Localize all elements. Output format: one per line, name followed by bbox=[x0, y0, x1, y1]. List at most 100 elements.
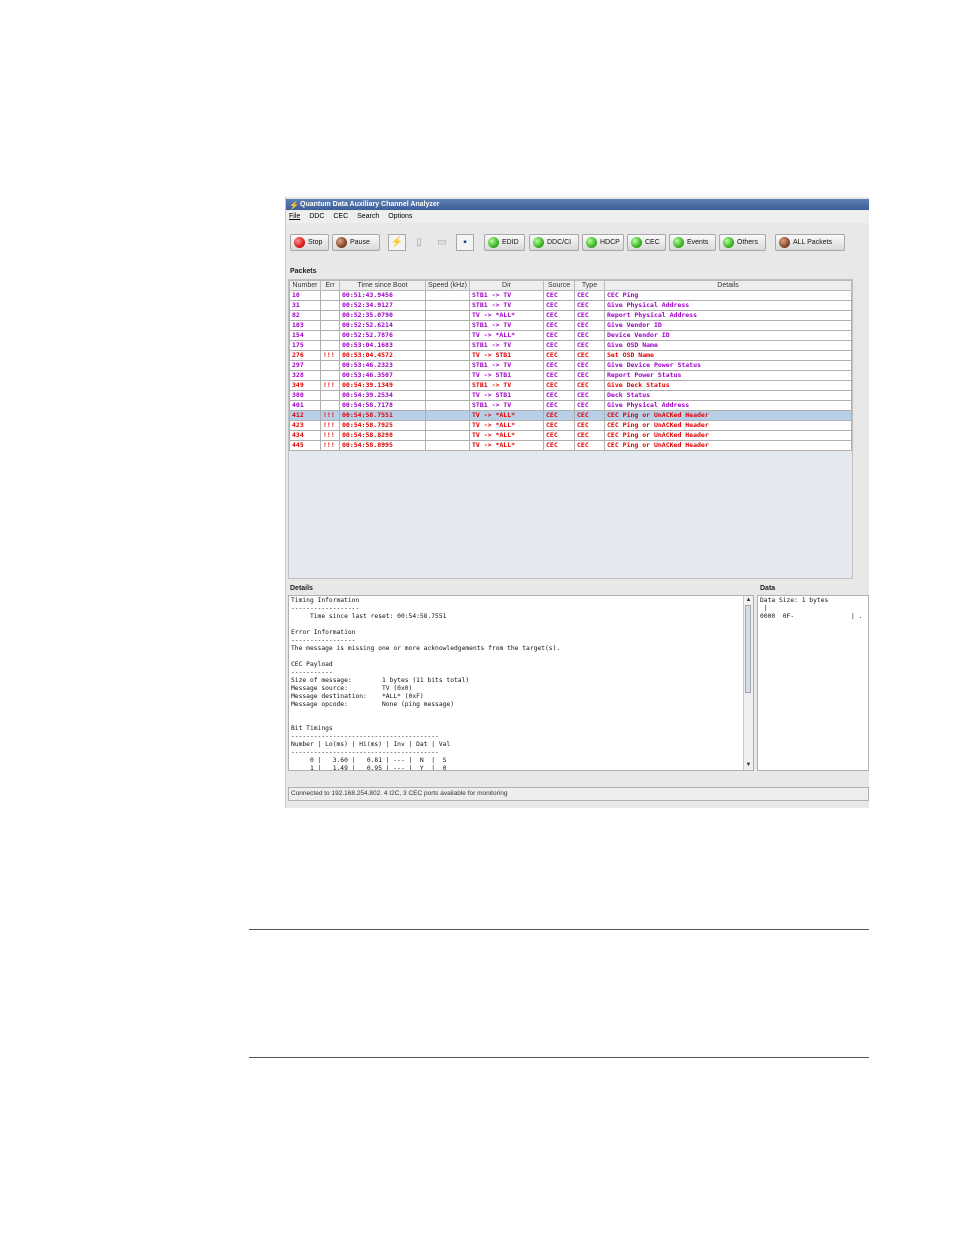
lightning-icon[interactable]: ⚡ bbox=[388, 234, 406, 251]
open-folder-icon[interactable]: ▭ bbox=[433, 234, 451, 251]
cell-type: CEC bbox=[574, 380, 605, 391]
cell-details: Device Vendor ID bbox=[604, 330, 852, 341]
cell-number: 82 bbox=[289, 310, 321, 321]
cell-time: 00:54:58.8298 bbox=[339, 430, 426, 441]
col-details[interactable]: Details bbox=[604, 280, 852, 291]
menu-ddc[interactable]: DDC bbox=[309, 213, 324, 220]
cell-speed bbox=[425, 310, 470, 321]
cell-details: CEC Ping or UnACKed Header bbox=[604, 430, 852, 441]
cell-err bbox=[320, 340, 340, 351]
cell-dir: STB1 -> TV bbox=[469, 360, 544, 371]
events-button[interactable]: Events bbox=[669, 234, 716, 251]
menu-cec[interactable]: CEC bbox=[333, 213, 348, 220]
col-err[interactable]: Err bbox=[320, 280, 340, 291]
table-row[interactable]: 175 00:53:04.1683 STB1 -> TV CEC CEC Give OSD… bbox=[289, 340, 852, 351]
scroll-thumb[interactable] bbox=[745, 605, 751, 693]
cell-err: !!! bbox=[320, 350, 340, 361]
ddcci-button[interactable]: DDC/CI bbox=[529, 234, 579, 251]
table-row[interactable]: 423!!! 00:54:58.7925 TV -> *ALL* CEC CEC CEC … bbox=[289, 420, 852, 431]
new-file-icon[interactable]: ▯ bbox=[410, 234, 428, 251]
cec-button[interactable]: CEC bbox=[627, 234, 666, 251]
cell-type: CEC bbox=[574, 330, 605, 341]
cell-type: CEC bbox=[574, 360, 605, 371]
cell-err bbox=[320, 310, 340, 321]
title-bar: ⚡ Quantum Data Auxiliary Channel Analyze… bbox=[286, 199, 869, 210]
cell-type: CEC bbox=[574, 390, 605, 401]
table-row[interactable]: 276!!! 00:53:04.4572 TV -> STB1 CEC CEC Set O… bbox=[289, 350, 852, 361]
hdcp-button[interactable]: HDCP bbox=[582, 234, 624, 251]
pause-label: Pause bbox=[350, 239, 370, 246]
save-icon[interactable]: ▪ bbox=[456, 234, 474, 251]
stop-button[interactable]: Stop bbox=[290, 234, 329, 251]
ddcci-led-icon bbox=[533, 237, 544, 248]
cell-number: 434 bbox=[289, 430, 321, 441]
pause-icon bbox=[336, 237, 347, 248]
table-row[interactable]: 349!!! 00:54:39.1349 STB1 -> TV CEC CEC Give … bbox=[289, 380, 852, 391]
cell-source: CEC bbox=[543, 310, 575, 321]
cell-type: CEC bbox=[574, 310, 605, 321]
cell-details: Give Device Power Status bbox=[604, 360, 852, 371]
col-number[interactable]: Number bbox=[289, 280, 321, 291]
cell-number: 349 bbox=[289, 380, 321, 391]
table-row[interactable]: 328 00:53:46.3507 TV -> STB1 CEC CEC Report P… bbox=[289, 370, 852, 381]
data-text: Data Size: 1 bytes | 0000 0F- | . bbox=[760, 597, 863, 620]
cec-led-icon bbox=[631, 237, 642, 248]
cell-details: Give OSD Name bbox=[604, 340, 852, 351]
table-row[interactable]: 103 00:52:52.6214 STB1 -> TV CEC CEC Give Ven… bbox=[289, 320, 852, 331]
cell-dir: STB1 -> TV bbox=[469, 300, 544, 311]
cell-dir: STB1 -> TV bbox=[469, 340, 544, 351]
cell-speed bbox=[425, 330, 470, 341]
details-scrollbar[interactable]: ▲ ▼ bbox=[743, 596, 753, 770]
cell-err bbox=[320, 290, 340, 301]
cell-details: Give Physical Address bbox=[604, 400, 852, 411]
cell-err: !!! bbox=[320, 380, 340, 391]
scroll-up-icon[interactable]: ▲ bbox=[744, 596, 753, 605]
cell-dir: TV -> STB1 bbox=[469, 350, 544, 361]
cell-dir: STB1 -> TV bbox=[469, 290, 544, 301]
col-type[interactable]: Type bbox=[574, 280, 605, 291]
table-row[interactable]: 82 00:52:35.0790 TV -> *ALL* CEC CEC Report P… bbox=[289, 310, 852, 321]
all-packets-button[interactable]: ALL Packets bbox=[775, 234, 845, 251]
cell-dir: TV -> STB1 bbox=[469, 390, 544, 401]
cell-dir: TV -> *ALL* bbox=[469, 440, 544, 451]
table-row[interactable]: 445!!! 00:54:58.8995 TV -> *ALL* CEC CEC CEC … bbox=[289, 440, 852, 451]
cell-type: CEC bbox=[574, 290, 605, 301]
table-row[interactable]: 434!!! 00:54:58.8298 TV -> *ALL* CEC CEC CEC … bbox=[289, 430, 852, 441]
menu-search[interactable]: Search bbox=[357, 213, 379, 220]
cell-type: CEC bbox=[574, 410, 605, 421]
table-row[interactable]: 380 00:54:39.2534 TV -> STB1 CEC CEC Deck Sta… bbox=[289, 390, 852, 401]
others-button[interactable]: Others bbox=[719, 234, 766, 251]
col-dir[interactable]: Dir bbox=[469, 280, 544, 291]
table-row[interactable]: 297 00:53:46.2323 STB1 -> TV CEC CEC Give Dev… bbox=[289, 360, 852, 371]
details-panel[interactable]: Timing Information ------------------ Ti… bbox=[288, 595, 754, 771]
cell-time: 00:54:58.8995 bbox=[339, 440, 426, 451]
col-speed[interactable]: Speed (kHz) bbox=[425, 280, 470, 291]
pause-button[interactable]: Pause bbox=[332, 234, 380, 251]
cell-number: 412 bbox=[289, 410, 321, 421]
data-panel[interactable]: Data Size: 1 bytes | 0000 0F- | . bbox=[757, 595, 869, 771]
cell-source: CEC bbox=[543, 440, 575, 451]
cell-source: CEC bbox=[543, 420, 575, 431]
table-row[interactable]: 31 00:52:34.9127 STB1 -> TV CEC CEC Give Phys… bbox=[289, 300, 852, 311]
cell-source: CEC bbox=[543, 330, 575, 341]
events-label: Events bbox=[687, 239, 709, 246]
table-row[interactable]: 412!!! 00:54:58.7551 TV -> *ALL* CEC CEC CEC … bbox=[289, 410, 852, 421]
table-row[interactable]: 154 00:52:52.7876 TV -> *ALL* CEC CEC Device … bbox=[289, 330, 852, 341]
cell-err bbox=[320, 370, 340, 381]
cell-source: CEC bbox=[543, 350, 575, 361]
cell-dir: TV -> *ALL* bbox=[469, 420, 544, 431]
table-row[interactable]: 10 00:51:43.9456 STB1 -> TV CEC CEC CEC Ping bbox=[289, 290, 852, 301]
table-row[interactable]: 401 00:54:58.7178 STB1 -> TV CEC CEC Give Phy… bbox=[289, 400, 852, 411]
cell-source: CEC bbox=[543, 380, 575, 391]
scroll-down-icon[interactable]: ▼ bbox=[744, 761, 753, 770]
all-packets-label: ALL Packets bbox=[793, 239, 833, 246]
cell-type: CEC bbox=[574, 320, 605, 331]
col-source[interactable]: Source bbox=[543, 280, 575, 291]
cell-speed bbox=[425, 400, 470, 411]
stop-label: Stop bbox=[308, 239, 323, 246]
cell-details: CEC Ping or UnACKed Header bbox=[604, 410, 852, 421]
menu-options[interactable]: Options bbox=[388, 213, 412, 220]
menu-file[interactable]: File bbox=[289, 213, 300, 220]
col-time[interactable]: Time since Boot bbox=[339, 280, 426, 291]
edid-button[interactable]: EDID bbox=[484, 234, 525, 251]
